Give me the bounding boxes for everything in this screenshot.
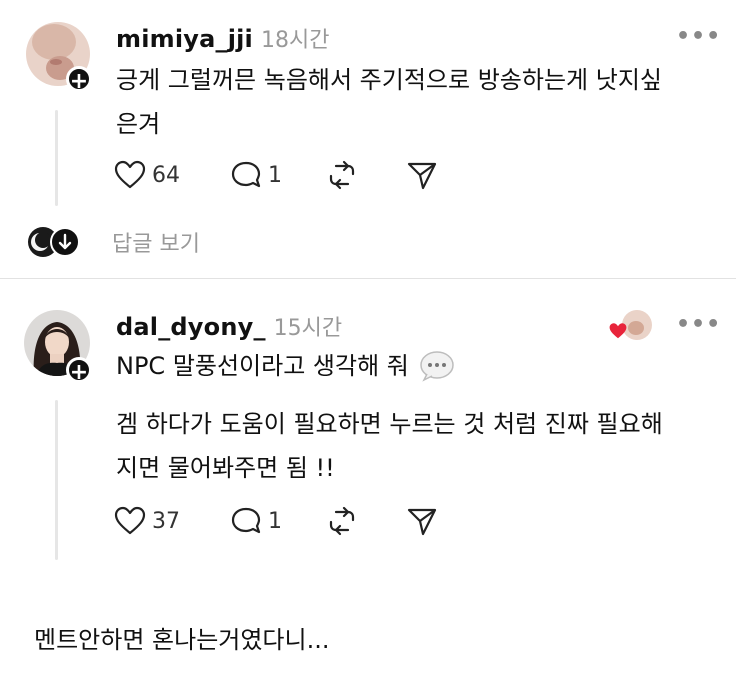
- repost-button[interactable]: [326, 506, 358, 536]
- speech-bubble-icon: [231, 161, 261, 188]
- send-icon: [407, 508, 437, 536]
- heart-icon: [609, 323, 627, 339]
- share-button[interactable]: [406, 506, 438, 536]
- reply-button[interactable]: 1: [230, 160, 282, 190]
- repost-icon: [329, 506, 355, 536]
- share-button[interactable]: [406, 160, 438, 190]
- more-options-button[interactable]: •••: [676, 312, 721, 337]
- chevron-down-icon: [50, 227, 80, 257]
- comment-text-line: 겜 하다가 도움이 필요하면 누르는 것 처럼 진짜 필요해: [116, 410, 663, 438]
- caption-text: 멘트안하면 혼나는거였다니...: [34, 626, 330, 654]
- divider: [0, 278, 736, 279]
- comment-header: dal_dyony_ 15시간: [116, 310, 342, 342]
- comment-header: mimiya_jji 18시간: [116, 22, 329, 54]
- reply-button[interactable]: 1: [230, 506, 282, 536]
- comment-text-line: 은겨: [116, 110, 161, 138]
- view-replies-link[interactable]: 답글 보기: [112, 226, 200, 258]
- send-icon: [407, 162, 437, 190]
- like-count: 64: [152, 162, 180, 188]
- reply-avatar-stack: [28, 227, 84, 257]
- view-replies-row[interactable]: 답글 보기: [28, 226, 200, 258]
- repost-button[interactable]: [326, 160, 358, 190]
- thread-line: [55, 400, 58, 560]
- follow-plus-button[interactable]: +: [66, 357, 92, 385]
- comment-text-line: 지면 물어봐주면 됨 !!: [116, 454, 335, 482]
- like-button[interactable]: 64: [114, 160, 180, 190]
- liked-by-author-badge: [608, 310, 656, 342]
- speech-bubble-icon: [420, 351, 454, 382]
- username[interactable]: mimiya_jji: [116, 25, 253, 53]
- comment-text: 긍게 그럴꺼믄 녹음해서 주기적으로 방송하는게 낫지싶 은겨: [116, 58, 662, 146]
- username[interactable]: dal_dyony_: [116, 313, 266, 341]
- follow-plus-button[interactable]: +: [66, 66, 92, 94]
- heart-icon: [114, 160, 146, 189]
- comment-text-line: 긍게 그럴꺼믄 녹음해서 주기적으로 방송하는게 낫지싶: [116, 66, 662, 94]
- repost-icon: [329, 160, 355, 190]
- reply-count: 1: [268, 162, 282, 188]
- more-options-button[interactable]: •••: [676, 24, 721, 49]
- comment-text: 겜 하다가 도움이 필요하면 누르는 것 처럼 진짜 필요해 지면 물어봐주면 …: [116, 402, 663, 490]
- thread-line: [55, 110, 58, 206]
- timestamp: 18시간: [261, 28, 330, 53]
- reply-count: 1: [268, 508, 282, 534]
- timestamp: 15시간: [273, 316, 343, 341]
- speech-bubble-icon: [231, 507, 261, 534]
- heart-icon: [114, 506, 146, 535]
- like-button[interactable]: 37: [114, 506, 180, 536]
- like-count: 37: [152, 508, 180, 534]
- comment-text-line: NPC 말풍선이라고 생각해 줘: [116, 352, 409, 380]
- comment-text: NPC 말풍선이라고 생각해 줘: [116, 344, 455, 388]
